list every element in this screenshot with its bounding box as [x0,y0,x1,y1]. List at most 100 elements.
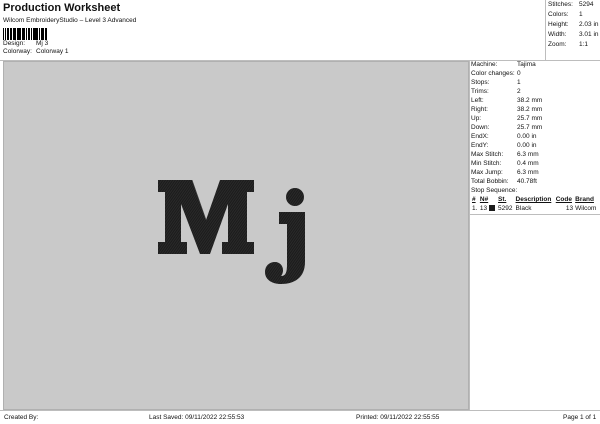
info-label: Right: [471,106,488,113]
info-row: Max Jump: 6.3 mm [470,168,600,177]
software-name: Wilcom EmbroideryStudio – Level 3 Advanc… [3,17,137,24]
info-row: Left: 38.2 mm [470,96,600,105]
summary-row: Width: 3.01 in [546,30,600,40]
needle-number: 13 [479,204,497,213]
barcode-image [3,28,47,40]
worksheet-title: Production Worksheet [3,2,121,14]
info-value: 25.7 mm [517,115,543,122]
info-label: Stops: [471,79,490,86]
info-value: 1 [517,79,521,86]
thread-code: 13 [565,205,574,212]
design-info-panel: Machine: Tajima Color changes: 0 Stops: 1 T… [469,60,600,410]
summary-row: Colors: 1 [546,10,600,20]
info-row: Up: 25.7 mm [470,114,600,123]
needle-value: 13 [479,205,488,212]
stitch-count: 5292 [498,205,513,212]
stop-sequence-title: Stop Sequence: [471,187,518,194]
info-value: 0.00 in [517,133,537,140]
info-row: Min Stitch: 0.4 mm [470,159,600,168]
info-value: 38.2 mm [517,97,543,104]
barcode-bar [14,28,16,40]
printed-date: Printed: 09/11/2022 22:55:55 [356,414,440,421]
column-header: Description [515,196,552,203]
thread-brand: Wilcom [575,205,597,212]
info-value: 6.3 mm [517,169,539,176]
info-row: Machine: Tajima [470,60,600,69]
summary-value: 5294 [579,1,594,8]
info-value: 0.4 mm [517,160,539,167]
info-value: 38.2 mm [517,106,543,113]
info-label: EndY: [471,142,489,149]
barcode-bar [3,28,4,40]
last-saved: Last Saved: 09/11/2022 22:55:53 [149,414,245,421]
colorway-label: Colorway: [3,48,32,55]
info-label: Up: [471,115,482,122]
info-row: Stops: 1 [470,78,600,87]
barcode-bar [36,28,39,40]
barcode-bar [25,28,27,40]
info-value: 6.3 mm [517,151,539,158]
worksheet-header: Production Worksheet Wilcom EmbroiderySt… [3,2,543,60]
info-value: 2 [517,88,521,95]
summary-panel: Stitches: 5294 Colors: 1 Height: 2.03 in Wi… [545,0,600,60]
info-label: Trims: [471,88,489,95]
summary-label: Stitches: [548,1,573,8]
summary-row: Height: 2.03 in [546,20,600,30]
production-worksheet: Production Worksheet Wilcom EmbroiderySt… [0,0,600,424]
info-label: Max Stitch: [471,151,504,158]
summary-label: Zoom: [548,41,567,48]
info-row: EndY: 0.00 in [470,141,600,150]
page-number: Page 1 of 1 [563,414,597,421]
summary-label: Height: [548,21,569,28]
info-value: 25.7 mm [517,124,543,131]
stop-index: 1. [472,205,478,212]
info-value: 0.00 in [517,142,537,149]
info-label: Total Bobbin: [471,178,509,185]
info-row: Trims: 2 [470,87,600,96]
summary-value: 1:1 [579,41,589,48]
summary-value: 1 [579,11,583,18]
letter-m-shape [158,180,254,254]
column-header: St. [498,196,507,203]
summary-row: Stitches: 5294 [546,0,600,10]
info-label: Left: [471,97,484,104]
column-header: # [472,196,476,203]
thread-description: Black [515,205,532,212]
summary-label: Width: [548,31,567,38]
info-row: Right: 38.2 mm [470,105,600,114]
barcode-bar [41,28,44,40]
info-value: 0 [517,70,521,77]
barcode-bar [19,28,21,40]
colorway-value: Colorway 1 [36,48,69,55]
color-swatch [488,205,495,211]
letter-j-shape [265,212,305,284]
barcode-bar [8,28,9,40]
info-label: Color changes: [471,70,515,77]
summary-value: 2.03 in [579,21,599,28]
summary-value: 3.01 in [579,31,599,38]
column-header: Code [555,196,572,203]
colorway-row: Colorway: Colorway 1 [3,48,543,56]
info-row: EndX: 0.00 in [470,132,600,141]
barcode-bar [30,28,32,40]
design-row: Design: Mj 3 [3,40,543,48]
summary-row: Zoom: 1:1 [546,40,600,50]
info-label: Machine: [471,61,498,68]
embroidery-design-image [158,180,305,284]
info-row: Color changes: 0 [470,69,600,78]
letter-j-dot [286,188,304,206]
info-value: 40.78ft [517,178,537,185]
design-canvas [3,61,469,410]
info-value: Tajima [517,61,536,68]
table-row: 1. 13 5292 Black 13 Wilcom [471,204,599,213]
design-label: Design: [3,40,26,47]
stop-sequence-divider [470,214,600,215]
info-label: Max Jump: [471,169,503,176]
worksheet-footer: Created By: Last Saved: 09/11/2022 22:55… [0,410,600,424]
info-label: Min Stitch: [471,160,502,167]
stop-sequence-table: # N# St. Description Code Brand 1. 13 52… [471,195,599,213]
barcode-bar [45,28,47,40]
info-row: Total Bobbin: 40.78ft [470,177,600,186]
design-value: Mj 3 [36,40,49,47]
info-label: Down: [471,124,490,131]
